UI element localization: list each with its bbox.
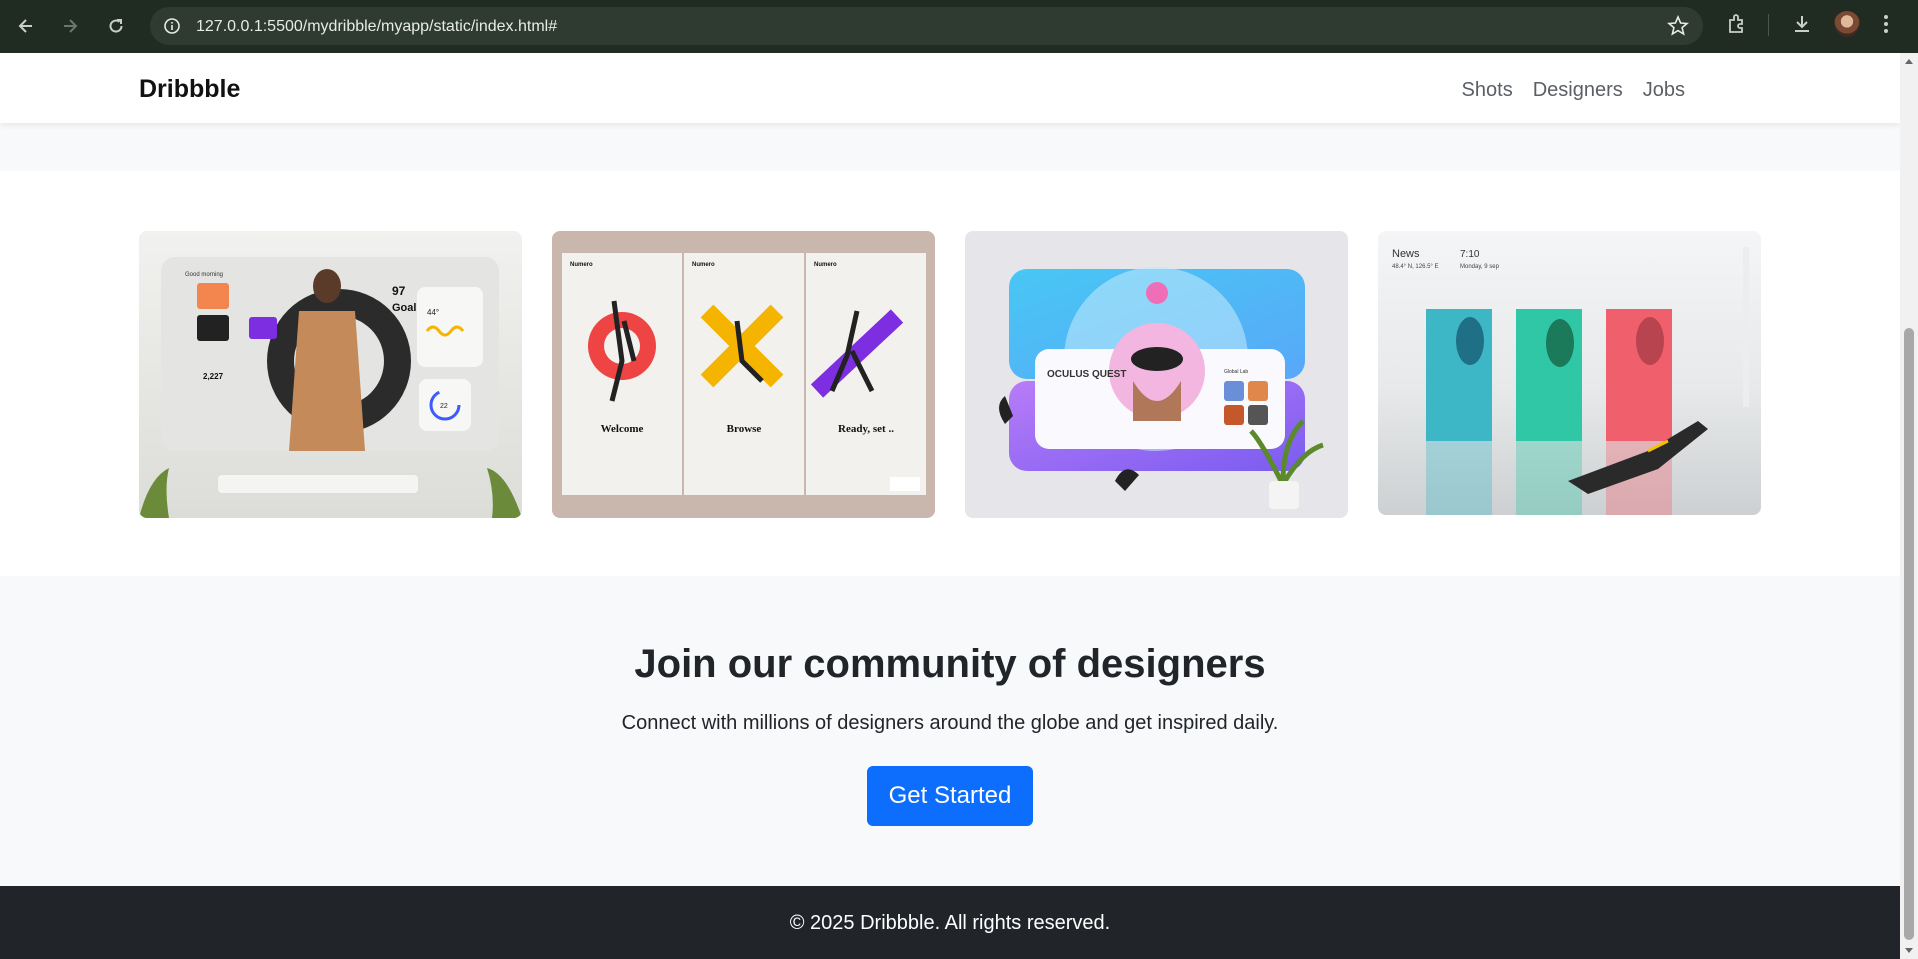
shot-text: Global Lab (1224, 369, 1248, 375)
address-bar[interactable]: 127.0.0.1:5500/mydribble/myapp/static/in… (150, 7, 1703, 45)
shot-text: Good morning (185, 272, 223, 278)
shot-card-smart-mirror[interactable]: Good morning 97 Goal 2,227 44° 22 (139, 231, 522, 518)
url-text[interactable]: 127.0.0.1:5500/mydribble/myapp/static/in… (196, 18, 557, 36)
profile-avatar[interactable] (1834, 11, 1860, 37)
shot-text: News (1392, 248, 1420, 260)
shot-text: Monday, 9 sep (1460, 264, 1500, 270)
shot-text: 48.4° N, 126.5° E (1392, 264, 1439, 270)
page-scrollbar[interactable] (1900, 53, 1918, 959)
brand-logo[interactable]: Dribbble (139, 75, 240, 104)
shot-text: 7:10 (1460, 249, 1480, 260)
menu-kebab-icon[interactable] (1880, 12, 1892, 41)
shot-card-numero[interactable]: Numero Numero Numero Welcome Browse Read… (552, 231, 935, 518)
image-icon: OCULUS QUEST Global Lab (965, 231, 1348, 518)
toolbar-divider (1768, 14, 1769, 36)
forward-arrow-icon[interactable] (56, 12, 84, 40)
image-icon: Numero Numero Numero Welcome Browse Read… (552, 231, 935, 518)
nav-link-shots[interactable]: Shots (1462, 79, 1513, 102)
scroll-thumb[interactable] (1904, 328, 1914, 940)
nav-links: Shots Designers Jobs (1462, 79, 1685, 102)
shot-text: Welcome (601, 423, 644, 435)
nav-link-jobs[interactable]: Jobs (1643, 79, 1685, 102)
shot-text: Goal (392, 302, 416, 314)
shots-gallery: Good morning 97 Goal 2,227 44° 22 Numero… (0, 171, 1900, 576)
shot-text: 22 (440, 403, 448, 410)
download-icon[interactable] (1790, 12, 1814, 41)
get-started-button[interactable]: Get Started (867, 766, 1033, 826)
image-icon: Good morning 97 Goal 2,227 44° 22 (139, 231, 522, 518)
site-info-icon[interactable] (162, 16, 182, 41)
shot-text: 2,227 (203, 372, 224, 381)
site-footer: © 2025 Dribbble. All rights reserved. (0, 886, 1900, 959)
bookmark-star-icon[interactable] (1667, 14, 1689, 42)
page-viewport: Dribbble Shots Designers Jobs Good morni… (0, 53, 1900, 959)
shot-text: Browse (727, 423, 762, 435)
shot-text: Ready, set .. (838, 423, 894, 435)
scroll-down-arrow-icon[interactable] (1905, 948, 1913, 953)
shot-card-oculus[interactable]: OCULUS QUEST Global Lab (965, 231, 1348, 518)
shot-text: 97 (392, 284, 406, 298)
shot-text: Numero (814, 262, 837, 268)
section-spacer (0, 123, 1900, 171)
back-arrow-icon[interactable] (12, 12, 40, 40)
reload-icon[interactable] (102, 12, 130, 40)
extensions-icon[interactable] (1725, 12, 1749, 41)
image-icon: News 7:10 48.4° N, 126.5° E Monday, 9 se… (1378, 231, 1761, 515)
cta-title: Join our community of designers (634, 642, 1266, 686)
shot-text: 44° (427, 308, 439, 317)
shot-text: Numero (570, 262, 593, 268)
shot-text: Numero (692, 262, 715, 268)
browser-toolbar: 127.0.0.1:5500/mydribble/myapp/static/in… (0, 0, 1918, 53)
site-navbar: Dribbble Shots Designers Jobs (0, 53, 1900, 123)
footer-copyright: © 2025 Dribbble. All rights reserved. (789, 912, 1111, 934)
shot-card-news[interactable]: News 7:10 48.4° N, 126.5° E Monday, 9 se… (1378, 231, 1761, 515)
nav-link-designers[interactable]: Designers (1533, 79, 1623, 102)
cta-subtitle: Connect with millions of designers aroun… (621, 712, 1279, 734)
shot-text: OCULUS QUEST (1047, 369, 1126, 380)
scroll-up-arrow-icon[interactable] (1905, 59, 1913, 64)
cta-section: Join our community of designers Connect … (0, 576, 1900, 886)
